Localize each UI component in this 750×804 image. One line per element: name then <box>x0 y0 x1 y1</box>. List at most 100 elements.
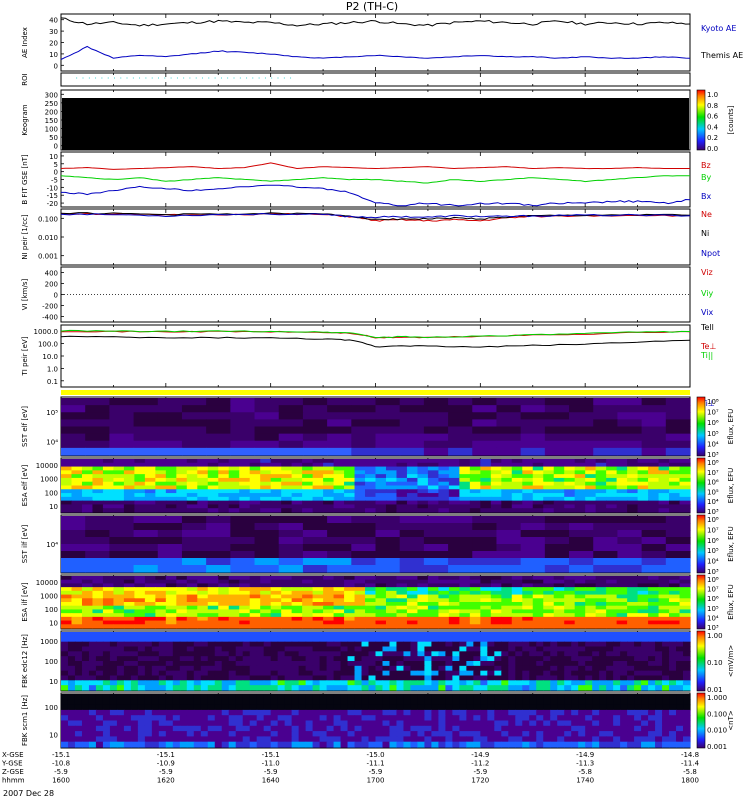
spectrogram-cell <box>543 508 555 513</box>
spectrogram-cell <box>61 426 86 435</box>
spectrogram-cell <box>81 459 94 464</box>
spectrogram-cell <box>466 694 474 700</box>
spectrogram-cell <box>564 466 576 471</box>
spectrogram-cell <box>445 725 453 732</box>
spectrogram-cell <box>102 613 115 618</box>
spectrogram-cell <box>263 731 272 737</box>
spectrogram-cell <box>270 699 279 706</box>
spectrogram-cell <box>592 709 600 716</box>
spectrogram-cell <box>679 466 691 471</box>
spectrogram-cell <box>452 675 460 681</box>
spectrogram-cell <box>312 579 324 585</box>
spectrogram-cell <box>606 583 618 588</box>
spectrogram-cell <box>424 632 433 638</box>
spectrogram-cell <box>599 704 607 711</box>
spectrogram-cell <box>452 736 460 743</box>
spectrogram-cell <box>277 680 286 686</box>
spectrogram-cell <box>323 613 335 618</box>
spectrogram-cell <box>278 544 304 552</box>
spectrogram-cell <box>399 565 425 573</box>
spectrogram-cell <box>260 616 272 622</box>
spectrogram-cell <box>302 470 314 475</box>
spectrogram-cell <box>281 481 293 487</box>
spectrogram-cell <box>599 670 607 677</box>
spectrogram-cell <box>417 508 429 513</box>
roi-dot <box>95 77 97 79</box>
spectrogram-cell <box>340 632 349 638</box>
spectrogram-cell <box>473 731 481 737</box>
spectrogram-cell <box>480 474 492 479</box>
spectrogram-cell <box>452 694 460 700</box>
spectrogram-cell <box>683 709 691 716</box>
colorbar-tick-label-2: 1.0 <box>707 91 718 99</box>
spectrogram-cell <box>564 709 572 716</box>
spectrogram-cell <box>186 641 195 648</box>
spectrogram-cell <box>197 489 209 494</box>
spectrogram-cell <box>616 459 628 464</box>
spectrogram-cell <box>214 651 223 657</box>
spectrogram-cell <box>270 590 282 596</box>
spectrogram-cell <box>665 426 691 435</box>
spectrogram-cell <box>613 680 621 686</box>
spectrogram-cell <box>520 565 546 573</box>
spectrogram-cell <box>158 741 167 748</box>
spectrogram-cell <box>417 459 429 464</box>
spectrogram-cell <box>375 583 387 588</box>
spectrogram-cell <box>263 699 272 706</box>
spectrogram-cell <box>144 715 153 722</box>
spectrogram-cell <box>399 551 425 559</box>
spectrogram-cell <box>179 731 188 737</box>
spectrogram-cell <box>385 481 398 487</box>
spectrogram-cell <box>406 616 419 622</box>
spectrogram-cell <box>207 459 219 464</box>
spectrogram-cell <box>375 651 384 657</box>
spectrogram-cell <box>74 685 83 691</box>
spectrogram-cell <box>92 485 104 490</box>
spectrogram-cell <box>585 661 593 667</box>
spectrogram-cell <box>85 558 110 566</box>
spectrogram-cell <box>424 646 433 652</box>
spectrogram-cell <box>326 709 335 716</box>
spectrogram-cell <box>396 594 408 599</box>
spectrogram-cell <box>679 609 691 614</box>
spectrogram-cell <box>85 412 110 420</box>
spectrogram-cell <box>351 530 377 538</box>
spectrogram-cell <box>95 741 104 748</box>
spectrogram-cell <box>683 736 691 743</box>
spectrogram-cell <box>403 646 412 652</box>
spectrogram-cell <box>448 598 460 603</box>
spectrogram-cell <box>501 720 509 727</box>
spectrogram-cell <box>616 624 628 629</box>
spectrogram-cell <box>172 709 181 716</box>
spectrogram-cell <box>574 613 586 618</box>
spectrogram-cell <box>438 602 450 607</box>
spectrogram-cell <box>452 636 460 643</box>
spectrogram-cell <box>61 530 86 538</box>
spectrogram-cell <box>130 641 139 648</box>
spectrogram-cell <box>571 651 579 657</box>
spectrogram-cell <box>298 661 307 667</box>
colorbar-tick-label-2: 0.8 <box>707 102 718 110</box>
spectrogram-cell <box>218 590 230 596</box>
spectrogram-cell <box>522 594 534 599</box>
spectrogram-cell <box>595 598 607 603</box>
spectrogram-cell <box>298 656 307 662</box>
spectrogram-cell <box>459 496 471 502</box>
spectrogram-cell <box>529 641 537 648</box>
spectrogram-cell <box>662 661 670 667</box>
spectrogram-cell <box>423 447 449 456</box>
spectrogram-cell <box>494 699 502 706</box>
spectrogram-cell <box>595 594 607 599</box>
spectrogram-cell <box>186 704 195 711</box>
spectrogram-cell <box>662 741 670 748</box>
spectrogram-cell <box>179 651 188 657</box>
spectrogram-cell <box>61 412 86 420</box>
spectrogram-cell <box>487 709 495 716</box>
spectrogram-cell <box>606 500 618 506</box>
spectrogram-cell <box>571 709 579 716</box>
spectrogram-cell <box>239 489 251 494</box>
spectrogram-cell <box>396 632 405 638</box>
spectrogram-cell <box>302 485 314 490</box>
spectrogram-cell <box>375 462 387 468</box>
spectrogram-cell <box>221 656 230 662</box>
